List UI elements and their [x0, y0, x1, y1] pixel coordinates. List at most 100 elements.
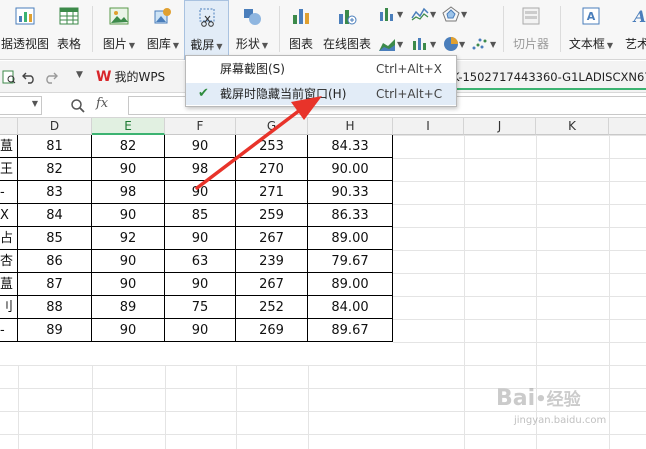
table-cell[interactable]: 90	[165, 273, 236, 296]
table-cell[interactable]: 蒀	[0, 273, 18, 296]
table-cell[interactable]: 85	[18, 227, 92, 250]
table-cell[interactable]: 271	[236, 181, 308, 204]
online-chart-button[interactable]: 在线图表	[320, 0, 374, 60]
column-header[interactable]	[0, 118, 18, 135]
table-cell[interactable]: -	[0, 181, 18, 204]
pivot-chart-button[interactable]: 据透视图	[0, 0, 50, 60]
table-cell[interactable]: 蒀	[0, 135, 18, 158]
table-cell[interactable]: 269	[236, 319, 308, 342]
table-cell[interactable]: 杏	[0, 250, 18, 273]
table-cell[interactable]: 98	[165, 158, 236, 181]
table-cell[interactable]: 253	[236, 135, 308, 158]
column-header-i[interactable]: I	[393, 118, 464, 135]
table-cell[interactable]: 92	[92, 227, 165, 250]
table-cell[interactable]: 75	[165, 296, 236, 319]
redo-icon[interactable]	[44, 70, 58, 84]
scatter-chart-icon[interactable]	[471, 36, 489, 52]
shapes-button[interactable]: 形状 ▼	[232, 0, 272, 60]
table-cell[interactable]: 84.00	[308, 296, 393, 319]
column-header-e[interactable]: E	[92, 118, 165, 135]
menu-item-hide-window[interactable]: ✔ 截屏时隐藏当前窗口(H) Ctrl+Alt+C	[186, 83, 456, 105]
column-header-k[interactable]: K	[536, 118, 609, 135]
table-cell[interactable]: 90	[92, 273, 165, 296]
table-button[interactable]: 表格	[52, 0, 86, 60]
table-cell[interactable]: 89.00	[308, 227, 393, 250]
table-cell[interactable]: 90	[92, 204, 165, 227]
column-header[interactable]	[609, 118, 646, 135]
table-cell[interactable]: 259	[236, 204, 308, 227]
name-box[interactable]: ▼	[0, 96, 42, 115]
chevron-down-icon[interactable]: ▼	[459, 40, 465, 49]
screenshot-button[interactable]: 截屏 ▼	[184, 0, 229, 60]
table-cell[interactable]: 239	[236, 250, 308, 273]
column-chart-icon[interactable]	[378, 6, 396, 22]
table-cell[interactable]: 90	[165, 135, 236, 158]
chevron-down-icon[interactable]: ▼	[430, 10, 436, 19]
undo-icon[interactable]	[22, 70, 36, 84]
table-cell[interactable]: 267	[236, 273, 308, 296]
table-cell[interactable]: -	[0, 319, 18, 342]
my-wps-tab[interactable]: W 我的WPS	[96, 64, 191, 90]
table-cell[interactable]: 89.67	[308, 319, 393, 342]
table-cell[interactable]: 82	[18, 158, 92, 181]
table-cell[interactable]: 83	[18, 181, 92, 204]
customize-dropdown-icon[interactable]: ▼	[76, 70, 83, 80]
picture-button[interactable]: 图片 ▼	[98, 0, 140, 60]
table-cell[interactable]: 86	[18, 250, 92, 273]
table-cell[interactable]: 89	[18, 319, 92, 342]
radar-chart-icon[interactable]	[442, 6, 460, 22]
table-cell[interactable]: 86.33	[308, 204, 393, 227]
table-cell[interactable]: 王	[0, 158, 18, 181]
column-header-f[interactable]: F	[165, 118, 236, 135]
area-chart-icon[interactable]	[378, 36, 396, 52]
column-header-g[interactable]: G	[236, 118, 308, 135]
table-cell[interactable]: 89	[92, 296, 165, 319]
print-preview-icon[interactable]	[2, 70, 16, 84]
chevron-down-icon[interactable]: ▼	[490, 40, 496, 49]
table-cell[interactable]: 252	[236, 296, 308, 319]
menu-item-screen-capture[interactable]: 屏幕截图(S) Ctrl+Alt+X	[186, 58, 456, 80]
chevron-down-icon[interactable]: ▼	[461, 10, 467, 19]
table-cell[interactable]: X	[0, 204, 18, 227]
table-cell[interactable]: 270	[236, 158, 308, 181]
table-cell[interactable]: 90.00	[308, 158, 393, 181]
chevron-down-icon[interactable]: ▼	[397, 40, 403, 49]
column-header-j[interactable]: J	[464, 118, 536, 135]
pie-chart-icon[interactable]	[442, 36, 460, 52]
table-cell[interactable]: 90	[165, 181, 236, 204]
line-chart-icon[interactable]	[411, 6, 429, 22]
table-cell[interactable]: 81	[18, 135, 92, 158]
zoom-icon[interactable]	[70, 98, 86, 114]
fx-icon[interactable]: fx	[96, 96, 108, 111]
table-cell[interactable]: 84.33	[308, 135, 393, 158]
table-cell[interactable]: 84	[18, 204, 92, 227]
table-cell[interactable]: 90	[165, 227, 236, 250]
chevron-down-icon[interactable]: ▼	[430, 40, 436, 49]
table-cell[interactable]: 63	[165, 250, 236, 273]
column-header-h[interactable]: H	[308, 118, 393, 135]
chart-button[interactable]: 图表	[284, 0, 318, 60]
table-cell[interactable]: 79.67	[308, 250, 393, 273]
table-cell[interactable]: 90	[92, 319, 165, 342]
column-header-d[interactable]: D	[18, 118, 92, 135]
chevron-down-icon[interactable]: ▼	[32, 99, 38, 108]
document-tab[interactable]: K-1502717443360-G1LADISCXN67	[452, 64, 646, 90]
slicer-button[interactable]: 切片器	[508, 0, 554, 60]
table-cell[interactable]: 90	[92, 250, 165, 273]
stock-chart-icon[interactable]	[411, 36, 429, 52]
table-cell[interactable]: 89.00	[308, 273, 393, 296]
table-cell[interactable]: 90.33	[308, 181, 393, 204]
table-cell[interactable]: 85	[165, 204, 236, 227]
table-cell[interactable]: 占	[0, 227, 18, 250]
table-cell[interactable]: 90	[92, 158, 165, 181]
table-cell[interactable]: 87	[18, 273, 92, 296]
gallery-button[interactable]: 图库 ▼	[143, 0, 183, 60]
chevron-down-icon[interactable]: ▼	[397, 10, 403, 19]
table-cell[interactable]: 82	[92, 135, 165, 158]
table-cell[interactable]: 98	[92, 181, 165, 204]
art-text-button[interactable]: A 艺术	[620, 0, 646, 60]
table-cell[interactable]: 88	[18, 296, 92, 319]
table-cell[interactable]: 90	[165, 319, 236, 342]
table-cell[interactable]: 267	[236, 227, 308, 250]
table-cell[interactable]: 刂	[0, 296, 18, 319]
